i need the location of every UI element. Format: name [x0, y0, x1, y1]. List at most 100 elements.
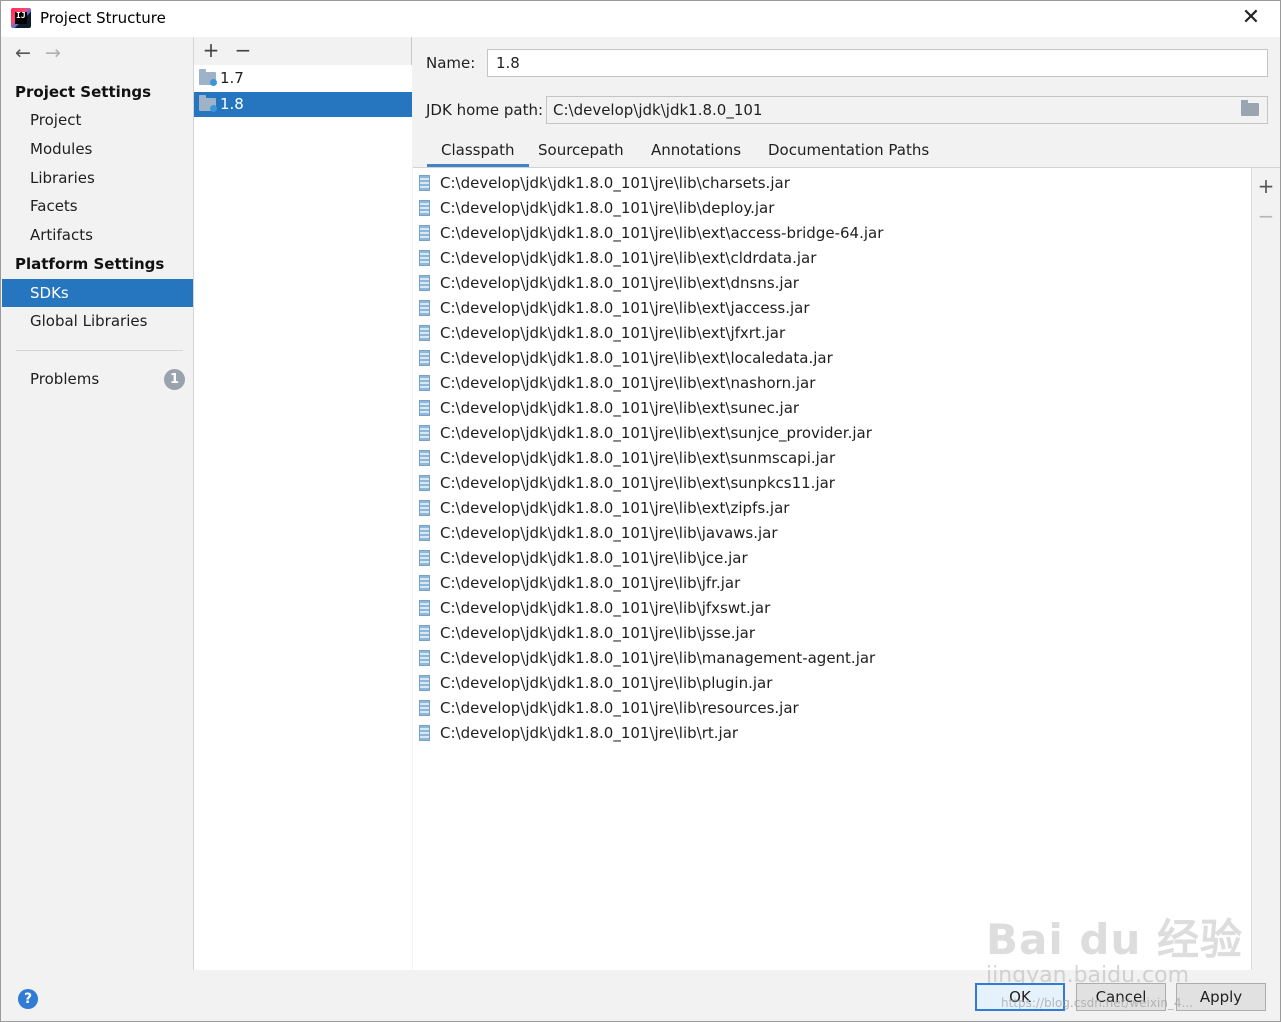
left-navigation: ← → Project Settings Project Modules Lib…: [2, 37, 193, 970]
jdk-folder-icon: [199, 69, 217, 86]
nav-item-sdks[interactable]: SDKs: [2, 279, 193, 307]
classpath-entry[interactable]: C:\develop\jdk\jdk1.8.0_101\jre\lib\depl…: [413, 196, 1251, 221]
classpath-entry-label: C:\develop\jdk\jdk1.8.0_101\jre\lib\ext\…: [440, 274, 799, 292]
sdk-toolbar: + −: [194, 37, 411, 65]
jar-archive-icon: [419, 175, 430, 191]
classpath-entry-label: C:\develop\jdk\jdk1.8.0_101\jre\lib\char…: [440, 174, 790, 192]
nav-item-modules[interactable]: Modules: [2, 135, 193, 163]
forward-arrow-icon[interactable]: →: [42, 43, 64, 65]
jar-archive-icon: [419, 350, 430, 366]
classpath-entry-label: C:\develop\jdk\jdk1.8.0_101\jre\lib\mana…: [440, 649, 876, 667]
jar-archive-icon: [419, 400, 430, 416]
classpath-entry[interactable]: C:\develop\jdk\jdk1.8.0_101\jre\lib\ext\…: [413, 221, 1251, 246]
project-structure-dialog: IJ Project Structure ✕ ← → Project Setti…: [0, 0, 1281, 1022]
remove-path-icon[interactable]: −: [1256, 206, 1276, 226]
classpath-entry[interactable]: C:\develop\jdk\jdk1.8.0_101\jre\lib\ext\…: [413, 396, 1251, 421]
nav-item-facets[interactable]: Facets: [2, 192, 193, 220]
classpath-entry-label: C:\develop\jdk\jdk1.8.0_101\jre\lib\ext\…: [440, 324, 786, 342]
classpath-entry-label: C:\develop\jdk\jdk1.8.0_101\jre\lib\ext\…: [440, 374, 816, 392]
sdk-item-label: 1.8: [220, 95, 244, 113]
jar-archive-icon: [419, 650, 430, 666]
classpath-entry[interactable]: C:\develop\jdk\jdk1.8.0_101\jre\lib\ext\…: [413, 421, 1251, 446]
classpath-entry-label: C:\develop\jdk\jdk1.8.0_101\jre\lib\java…: [440, 524, 778, 542]
classpath-entry-label: C:\develop\jdk\jdk1.8.0_101\jre\lib\ext\…: [440, 249, 817, 267]
nav-item-artifacts[interactable]: Artifacts: [2, 221, 193, 249]
jdk-home-path-value: C:\develop\jdk\jdk1.8.0_101: [553, 101, 763, 119]
classpath-entry[interactable]: C:\develop\jdk\jdk1.8.0_101\jre\lib\ext\…: [413, 246, 1251, 271]
back-arrow-icon[interactable]: ←: [12, 43, 34, 65]
intellij-app-icon: IJ: [11, 8, 31, 28]
classpath-entry[interactable]: C:\develop\jdk\jdk1.8.0_101\jre\lib\jsse…: [413, 621, 1251, 646]
tab-classpath[interactable]: Classpath: [427, 141, 529, 167]
add-sdk-icon[interactable]: +: [200, 39, 222, 61]
help-icon[interactable]: ?: [18, 989, 38, 1009]
nav-divider: [16, 350, 183, 351]
sdk-detail-panel: Name: JDK home path: C:\develop\jdk\jdk1…: [413, 37, 1280, 970]
window-title: Project Structure: [40, 9, 166, 27]
jar-archive-icon: [419, 525, 430, 541]
classpath-entry-label: C:\develop\jdk\jdk1.8.0_101\jre\lib\jfxs…: [440, 599, 771, 617]
jar-archive-icon: [419, 675, 430, 691]
classpath-entry-label: C:\develop\jdk\jdk1.8.0_101\jre\lib\ext\…: [440, 224, 884, 242]
jar-archive-icon: [419, 700, 430, 716]
add-path-icon[interactable]: +: [1256, 176, 1276, 196]
jar-archive-icon: [419, 500, 430, 516]
project-settings-header: Project Settings: [15, 83, 152, 101]
title-bar: IJ Project Structure ✕: [1, 1, 1280, 37]
classpath-entry[interactable]: C:\develop\jdk\jdk1.8.0_101\jre\lib\char…: [413, 171, 1251, 196]
nav-item-project[interactable]: Project: [2, 106, 193, 134]
jar-archive-icon: [419, 425, 430, 441]
name-label: Name:: [426, 54, 476, 72]
classpath-entry[interactable]: C:\develop\jdk\jdk1.8.0_101\jre\lib\ext\…: [413, 296, 1251, 321]
classpath-entry-label: C:\develop\jdk\jdk1.8.0_101\jre\lib\ext\…: [440, 349, 833, 367]
classpath-entry[interactable]: C:\develop\jdk\jdk1.8.0_101\jre\lib\ext\…: [413, 496, 1251, 521]
jar-archive-icon: [419, 325, 430, 341]
tab-documentation-paths[interactable]: Documentation Paths: [754, 141, 943, 167]
sdk-item-1-7[interactable]: 1.7: [194, 66, 412, 91]
tab-annotations[interactable]: Annotations: [637, 141, 755, 167]
classpath-entry[interactable]: C:\develop\jdk\jdk1.8.0_101\jre\lib\rt.j…: [413, 721, 1251, 746]
classpath-entry[interactable]: C:\develop\jdk\jdk1.8.0_101\jre\lib\jce.…: [413, 546, 1251, 571]
classpath-entry-label: C:\develop\jdk\jdk1.8.0_101\jre\lib\ext\…: [440, 424, 872, 442]
sdk-list: 1.7 1.8: [194, 65, 412, 970]
folder-open-icon[interactable]: [1241, 100, 1259, 116]
classpath-entry[interactable]: C:\develop\jdk\jdk1.8.0_101\jre\lib\jfxs…: [413, 596, 1251, 621]
classpath-entry-label: C:\develop\jdk\jdk1.8.0_101\jre\lib\depl…: [440, 199, 775, 217]
classpath-entry[interactable]: C:\develop\jdk\jdk1.8.0_101\jre\lib\plug…: [413, 671, 1251, 696]
classpath-entry[interactable]: C:\develop\jdk\jdk1.8.0_101\jre\lib\java…: [413, 521, 1251, 546]
classpath-entry[interactable]: C:\develop\jdk\jdk1.8.0_101\jre\lib\ext\…: [413, 471, 1251, 496]
problems-count-badge: 1: [164, 369, 185, 390]
classpath-entry-label: C:\develop\jdk\jdk1.8.0_101\jre\lib\reso…: [440, 699, 799, 717]
close-icon[interactable]: ✕: [1240, 7, 1262, 29]
nav-item-problems[interactable]: Problems 1: [2, 365, 193, 393]
jar-archive-icon: [419, 200, 430, 216]
remove-sdk-icon[interactable]: −: [232, 39, 254, 61]
classpath-entry[interactable]: C:\develop\jdk\jdk1.8.0_101\jre\lib\mana…: [413, 646, 1251, 671]
jdk-home-path-field[interactable]: C:\develop\jdk\jdk1.8.0_101: [546, 96, 1268, 124]
classpath-entry[interactable]: C:\develop\jdk\jdk1.8.0_101\jre\lib\reso…: [413, 696, 1251, 721]
nav-item-global-libraries[interactable]: Global Libraries: [2, 307, 193, 335]
jar-archive-icon: [419, 575, 430, 591]
platform-settings-header: Platform Settings: [15, 255, 165, 273]
sdk-tabs: Classpath Sourcepath Annotations Documen…: [413, 135, 1280, 168]
jar-archive-icon: [419, 300, 430, 316]
classpath-entry-label: C:\develop\jdk\jdk1.8.0_101\jre\lib\ext\…: [440, 499, 790, 517]
watermark-url: https://blog.csdn.net/weixin_4...: [1001, 996, 1194, 1010]
nav-item-libraries[interactable]: Libraries: [2, 164, 193, 192]
jar-archive-icon: [419, 275, 430, 291]
classpath-entry-label: C:\develop\jdk\jdk1.8.0_101\jre\lib\ext\…: [440, 399, 800, 417]
classpath-entry[interactable]: C:\develop\jdk\jdk1.8.0_101\jre\lib\ext\…: [413, 271, 1251, 296]
classpath-entry[interactable]: C:\develop\jdk\jdk1.8.0_101\jre\lib\jfr.…: [413, 571, 1251, 596]
sdk-item-1-8[interactable]: 1.8: [194, 92, 412, 117]
classpath-entry-label: C:\develop\jdk\jdk1.8.0_101\jre\lib\jce.…: [440, 549, 748, 567]
classpath-entry[interactable]: C:\develop\jdk\jdk1.8.0_101\jre\lib\ext\…: [413, 346, 1251, 371]
tab-sourcepath[interactable]: Sourcepath: [524, 141, 638, 167]
classpath-entry[interactable]: C:\develop\jdk\jdk1.8.0_101\jre\lib\ext\…: [413, 446, 1251, 471]
classpath-entry-label: C:\develop\jdk\jdk1.8.0_101\jre\lib\ext\…: [440, 449, 836, 467]
jar-archive-icon: [419, 375, 430, 391]
classpath-entry[interactable]: C:\develop\jdk\jdk1.8.0_101\jre\lib\ext\…: [413, 321, 1251, 346]
sdk-name-field[interactable]: [487, 49, 1268, 77]
classpath-entry[interactable]: C:\develop\jdk\jdk1.8.0_101\jre\lib\ext\…: [413, 371, 1251, 396]
jar-archive-icon: [419, 450, 430, 466]
jdk-home-path-label: JDK home path:: [426, 101, 544, 119]
